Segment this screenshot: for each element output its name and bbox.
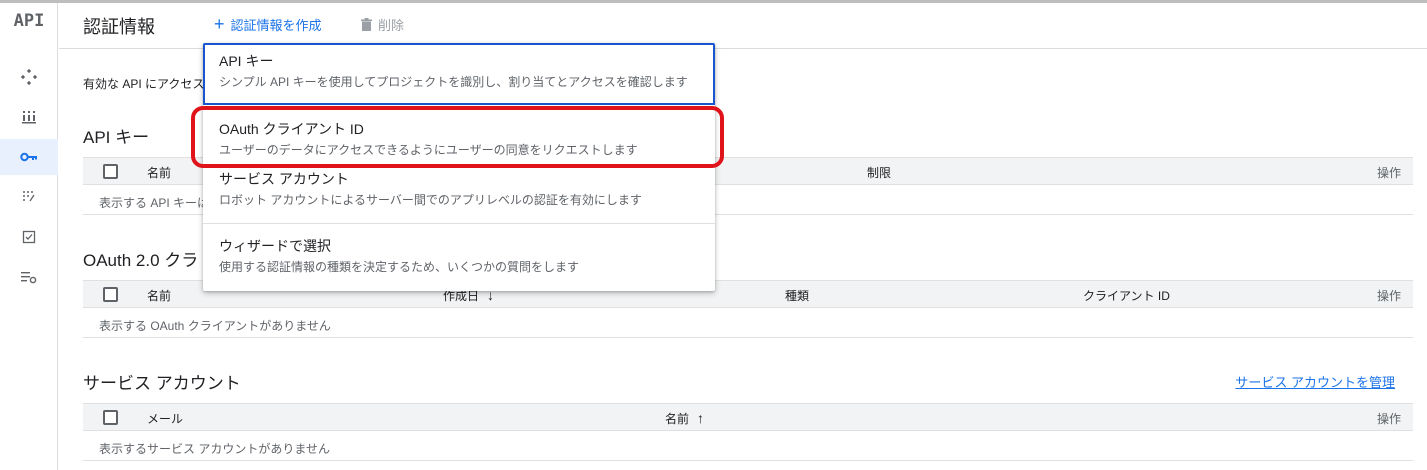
service-accounts-title: サービス アカウント bbox=[83, 374, 241, 393]
select-all-checkbox[interactable] bbox=[103, 287, 118, 302]
intro-text: 有効な API にアクセス bbox=[83, 77, 205, 91]
column-restriction[interactable]: 制限 bbox=[867, 164, 891, 181]
create-credentials-button[interactable]: + 認証情報を作成 bbox=[214, 13, 322, 35]
page-title: 認証情報 bbox=[83, 17, 155, 37]
arrow-up-icon: ↑ bbox=[697, 410, 705, 426]
menu-item-desc: ロボット アカウントによるサーバー間でのアプリレベルの認証を有効にします bbox=[219, 193, 642, 207]
nav-library-icon[interactable] bbox=[0, 99, 58, 135]
menu-item-desc: ユーザーのデータにアクセスできるようにユーザーの同意をリクエストします bbox=[219, 143, 638, 157]
column-name[interactable]: 名前 ↑ bbox=[665, 410, 704, 427]
menu-item-desc: 使用する認証情報の種類を決定するため、いくつかの質問をします bbox=[219, 260, 580, 274]
delete-button[interactable]: 削除 bbox=[361, 13, 404, 35]
menu-item-title: API キー bbox=[219, 53, 274, 69]
menu-item-wizard[interactable]: ウィザードで選択 使用する認証情報の種類を決定するため、いくつかの質問をします bbox=[203, 234, 715, 284]
plus-icon: + bbox=[214, 14, 225, 34]
oauth-clients-title: OAuth 2.0 クラ bbox=[83, 251, 199, 270]
column-actions: 操作 bbox=[1376, 289, 1401, 303]
select-all-checkbox[interactable] bbox=[103, 410, 118, 425]
menu-item-title: サービス アカウント bbox=[219, 171, 349, 187]
left-rail: API bbox=[0, 3, 58, 470]
nav-dashboard-icon[interactable] bbox=[0, 59, 58, 95]
manage-service-accounts-link[interactable]: サービス アカウントを管理 bbox=[1235, 372, 1395, 391]
column-created-label: 作成日 bbox=[443, 289, 480, 303]
column-actions: 操作 bbox=[1376, 412, 1401, 426]
create-credentials-menu: API キー シンプル API キーを使用してプロジェクトを識別し、割り当てとア… bbox=[203, 43, 715, 291]
menu-item-api-key[interactable]: API キー シンプル API キーを使用してプロジェクトを識別し、割り当てとア… bbox=[203, 43, 715, 105]
oauth-empty-row: 表示する OAuth クライアントがありません bbox=[83, 309, 1413, 338]
column-type[interactable]: 種類 bbox=[785, 287, 809, 304]
nav-consent-icon[interactable] bbox=[0, 179, 58, 215]
trash-icon bbox=[361, 17, 372, 31]
column-name[interactable]: 名前 bbox=[147, 164, 171, 181]
column-name[interactable]: 名前 bbox=[147, 287, 171, 304]
service-accounts-empty-row: 表示するサービス アカウントがありません bbox=[83, 432, 1413, 461]
nav-verification-icon[interactable] bbox=[0, 219, 58, 255]
menu-item-oauth-client-id[interactable]: OAuth クライアント ID ユーザーのデータにアクセスできるようにユーザーの… bbox=[203, 113, 715, 163]
api-keys-title: API キー bbox=[83, 128, 150, 147]
nav-credentials-key-icon[interactable] bbox=[0, 139, 58, 175]
column-actions: 操作 bbox=[1376, 166, 1401, 180]
select-all-checkbox[interactable] bbox=[103, 164, 118, 179]
menu-item-desc: シンプル API キーを使用してプロジェクトを識別し、割り当てとアクセスを確認し… bbox=[219, 75, 688, 89]
column-client-id[interactable]: クライアント ID bbox=[1083, 287, 1170, 304]
menu-divider bbox=[203, 223, 715, 224]
menu-item-title: OAuth クライアント ID bbox=[219, 121, 364, 137]
column-email[interactable]: メール bbox=[147, 410, 183, 427]
create-credentials-label: 認証情報を作成 bbox=[230, 17, 322, 33]
service-accounts-table-header: メール 名前 ↑ 操作 bbox=[83, 403, 1413, 431]
nav-settings-icon[interactable] bbox=[0, 259, 58, 295]
delete-label: 削除 bbox=[378, 17, 405, 33]
menu-item-service-account[interactable]: サービス アカウント ロボット アカウントによるサーバー間でのアプリレベルの認証… bbox=[203, 165, 715, 215]
column-name-label: 名前 bbox=[665, 412, 690, 426]
menu-item-title: ウィザードで選択 bbox=[219, 238, 331, 254]
api-logo[interactable]: API bbox=[0, 11, 58, 31]
